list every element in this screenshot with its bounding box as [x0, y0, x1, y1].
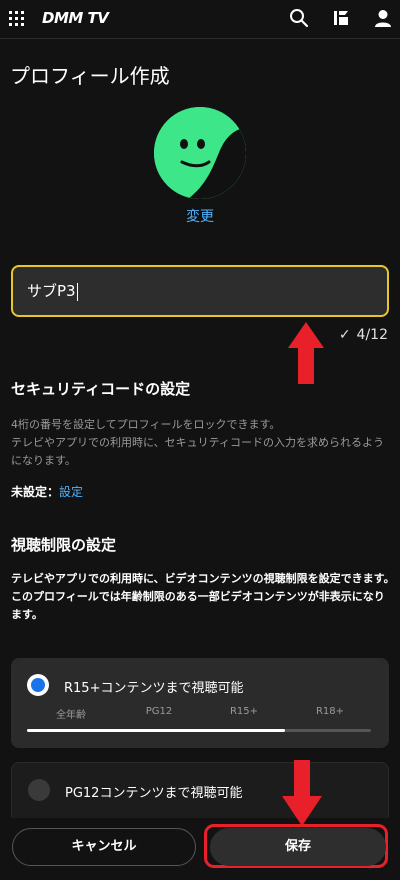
footer-actions: キャンセル 保存	[0, 818, 400, 880]
search-icon[interactable]	[289, 8, 309, 28]
set-security-code-link[interactable]: 設定	[59, 485, 83, 499]
rating-option-label: R15+コンテンツまで視聴可能	[64, 681, 244, 696]
radio-selected[interactable]	[27, 674, 49, 696]
profile-name-value: サブP3	[27, 282, 76, 300]
text-caret	[76, 282, 78, 301]
profile-avatar[interactable]	[154, 107, 246, 199]
change-avatar-link[interactable]: 変更	[0, 206, 400, 226]
viewing-restriction-description: テレビやアプリでの利用時に、ビデオコンテンツの視聴制限を設定できます。 このプロ…	[11, 572, 395, 621]
page-title: プロフィール作成	[10, 64, 170, 88]
tick-label: 全年齢	[56, 710, 86, 721]
grid-menu-icon[interactable]	[9, 11, 24, 26]
counter-value: 4/12	[356, 327, 388, 343]
smile-face-icon	[154, 107, 246, 199]
rating-option-r15[interactable]: R15+コンテンツまで視聴可能 全年齢 PG12 R15+ R18+	[11, 658, 389, 748]
rating-level-fill	[27, 729, 285, 732]
viewing-restriction-title: 視聴制限の設定	[11, 536, 117, 554]
tick-label: PG12	[145, 706, 173, 717]
profile-name-input[interactable]: サブP3	[11, 265, 389, 317]
security-code-title: セキュリティコードの設定	[11, 380, 191, 398]
user-icon[interactable]	[373, 8, 393, 28]
rating-option-pg12[interactable]: PG12コンテンツまで視聴可能	[11, 762, 389, 822]
status-label: 未設定：	[11, 485, 60, 499]
save-button[interactable]: 保存	[210, 828, 386, 866]
dmm-tv-logo[interactable]: DMM TV	[42, 9, 109, 27]
security-code-status: 未設定：設定	[11, 483, 83, 500]
rating-level-track	[27, 729, 371, 732]
red-arrow-down-annotation	[282, 760, 322, 826]
top-bar: DMM TV	[0, 0, 400, 39]
tick-label: R18+	[315, 706, 345, 717]
security-code-description: 4桁の番号を設定してプロフィールをロックできます。 テレビやアプリでの利用時に、…	[11, 418, 385, 467]
clapperboard-icon[interactable]	[331, 8, 351, 28]
character-counter: ✓ 4/12	[339, 327, 388, 343]
cancel-button[interactable]: キャンセル	[12, 828, 196, 866]
check-icon: ✓	[338, 327, 351, 343]
rating-option-label: PG12コンテンツまで視聴可能	[65, 786, 243, 801]
radio-unselected[interactable]	[28, 779, 50, 801]
red-arrow-up-annotation	[288, 322, 324, 384]
tick-label: R15+	[229, 706, 259, 717]
